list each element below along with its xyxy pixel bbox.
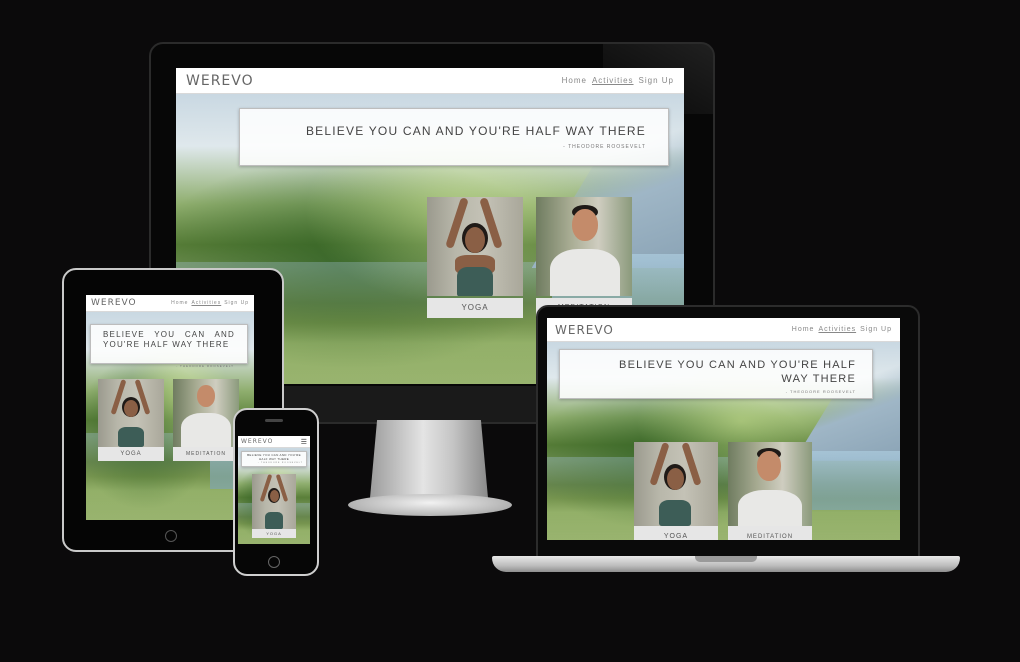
man-meditating-photo — [173, 379, 239, 447]
card-label-yoga: YOGA — [252, 529, 296, 538]
man-meditating-photo — [728, 442, 812, 526]
quote-text: BELIEVE YOU CAN AND YOU'RE HALF WAY THER… — [619, 359, 856, 385]
card-label-meditation: MEDITATION — [728, 526, 812, 540]
website-phone: WEREVO ☰ BELIEVE YOU CAN AND YOU'RE HALF… — [238, 436, 310, 544]
nav-home[interactable]: Home — [171, 300, 188, 306]
nav-home[interactable]: Home — [562, 76, 587, 85]
card-label-yoga: YOGA — [98, 447, 164, 461]
nav-home[interactable]: Home — [792, 326, 815, 333]
laptop-screen: WEREVO Home Activities Sign Up BELIEVE Y… — [547, 318, 900, 540]
brand-logo[interactable]: WEREVO — [91, 298, 137, 308]
nav-activities[interactable]: Activities — [592, 76, 634, 85]
quote-text: BELIEVE YOU CAN AND YOU'RE HALF WAY THER… — [103, 330, 235, 349]
website-laptop: WEREVO Home Activities Sign Up BELIEVE Y… — [547, 318, 900, 540]
tablet-home-button — [165, 530, 177, 542]
woman-yoga-pose-photo — [252, 474, 296, 529]
woman-yoga-pose-photo — [98, 379, 164, 447]
quote-attribution: - THEODORE ROOSEVELT — [785, 389, 856, 394]
quote-attribution: - THEODORE ROOSEVELT — [563, 144, 646, 150]
activity-card-yoga[interactable]: YOGA — [252, 474, 296, 538]
card-label-yoga: YOGA — [634, 526, 718, 540]
quote-text: BELIEVE YOU CAN AND YOU'RE HALF WAY THER… — [247, 453, 301, 461]
phone-home-button — [268, 556, 280, 568]
phone-speaker — [265, 419, 283, 422]
monitor-stand-base — [348, 494, 512, 516]
quote-attribution: - THEODORE ROOSEVELT — [176, 364, 234, 368]
navbar: WEREVO Home Activities Sign Up — [547, 318, 900, 342]
nav-sign-up[interactable]: Sign Up — [639, 76, 674, 85]
quote-box: BELIEVE YOU CAN AND YOU'RE HALF WAY THER… — [90, 324, 248, 364]
nav-sign-up[interactable]: Sign Up — [224, 300, 249, 306]
card-label-meditation: MEDITATION — [173, 447, 239, 461]
brand-logo[interactable]: WEREVO — [241, 438, 273, 445]
nav-links: Home Activities Sign Up — [792, 326, 892, 333]
tablet-screen: WEREVO Home Activities Sign Up BELIEVE Y… — [86, 295, 254, 520]
hamburger-menu-icon[interactable]: ☰ — [301, 438, 307, 446]
activity-card-yoga[interactable]: YOGA — [98, 379, 164, 461]
brand-logo[interactable]: WEREVO — [555, 323, 614, 337]
nav-links: Home Activities Sign Up — [562, 76, 674, 85]
phone-screen: WEREVO ☰ BELIEVE YOU CAN AND YOU'RE HALF… — [238, 436, 310, 544]
activity-card-yoga[interactable]: YOGA — [634, 442, 718, 540]
lake-image — [808, 450, 900, 511]
laptop-notch — [695, 556, 757, 562]
card-label-yoga: YOGA — [427, 298, 523, 318]
woman-yoga-pose-photo — [427, 197, 523, 296]
quote-box: BELIEVE YOU CAN AND YOU'RE HALF WAY THER… — [241, 451, 307, 467]
navbar: WEREVO Home Activities Sign Up — [86, 295, 254, 312]
nav-sign-up[interactable]: Sign Up — [860, 326, 892, 333]
activity-card-meditation[interactable]: MEDITATION — [728, 442, 812, 540]
nav-activities[interactable]: Activities — [191, 300, 221, 306]
quote-text: BELIEVE YOU CAN AND YOU'RE HALF WAY THER… — [305, 124, 646, 138]
activity-card-meditation[interactable]: MEDITATION — [536, 197, 632, 318]
quote-box: BELIEVE YOU CAN AND YOU'RE HALF WAY THER… — [559, 349, 873, 399]
navbar: WEREVO ☰ — [238, 436, 310, 448]
brand-logo[interactable]: WEREVO — [186, 73, 254, 89]
quote-attribution: - THEODORE ROOSEVELT — [257, 462, 303, 464]
nav-links: Home Activities Sign Up — [171, 300, 249, 306]
activity-card-meditation[interactable]: MEDITATION — [173, 379, 239, 461]
website-tablet: WEREVO Home Activities Sign Up BELIEVE Y… — [86, 295, 254, 520]
woman-yoga-pose-photo — [634, 442, 718, 526]
nav-activities[interactable]: Activities — [818, 326, 856, 333]
navbar: WEREVO Home Activities Sign Up — [176, 68, 684, 94]
quote-box: BELIEVE YOU CAN AND YOU'RE HALF WAY THER… — [239, 108, 669, 166]
activity-card-yoga[interactable]: YOGA — [427, 197, 523, 318]
man-meditating-photo — [536, 197, 632, 296]
monitor-stand-neck — [370, 420, 488, 498]
